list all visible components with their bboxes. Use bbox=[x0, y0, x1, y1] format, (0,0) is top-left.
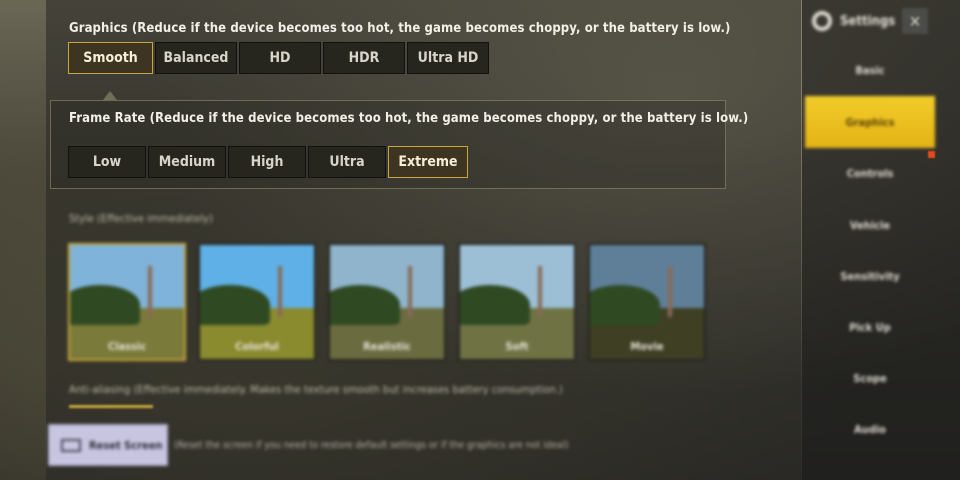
screen-icon bbox=[61, 438, 81, 452]
graphics-options: Smooth Balanced HD HDR Ultra HD bbox=[68, 42, 491, 74]
frame-rate-options: Low Medium High Ultra Extreme bbox=[68, 146, 470, 178]
graphics-option-smooth[interactable]: Smooth bbox=[68, 42, 153, 74]
graphics-title: Graphics (Reduce if the device becomes t… bbox=[69, 21, 731, 36]
sidebar-item-pick-up[interactable]: Pick Up bbox=[805, 302, 935, 352]
sidebar-item-basic[interactable]: Basic bbox=[805, 45, 935, 95]
sidebar-item-audio[interactable]: Audio bbox=[805, 404, 935, 454]
style-option-realistic[interactable]: Realistic bbox=[328, 243, 446, 361]
graphics-option-hd[interactable]: HD bbox=[239, 42, 321, 74]
frame-rate-option-low[interactable]: Low bbox=[68, 146, 146, 178]
thumb-trees bbox=[70, 284, 140, 325]
sidebar-item-sensitivity[interactable]: Sensitivity bbox=[805, 251, 935, 301]
style-option-soft[interactable]: Soft bbox=[458, 243, 576, 361]
frame-rate-option-medium[interactable]: Medium bbox=[148, 146, 226, 178]
gear-icon bbox=[812, 11, 832, 31]
style-option-label: Soft bbox=[505, 340, 529, 353]
reset-screen-button[interactable]: Reset Screen bbox=[48, 424, 168, 466]
thumb-tower bbox=[148, 265, 152, 317]
thumb-tower bbox=[278, 265, 282, 317]
style-label: Style (Effective immediately) bbox=[69, 212, 213, 225]
style-thumbnails: Classic Colorful Realistic Soft Movie bbox=[68, 243, 718, 361]
sidebar-item-graphics[interactable]: Graphics bbox=[805, 96, 935, 148]
thumb-trees bbox=[200, 284, 270, 325]
sidebar-title: Settings bbox=[840, 13, 896, 29]
graphics-option-hdr[interactable]: HDR bbox=[323, 42, 405, 74]
graphics-option-balanced[interactable]: Balanced bbox=[155, 42, 237, 74]
frame-rate-option-high[interactable]: High bbox=[228, 146, 306, 178]
frame-rate-option-extreme[interactable]: Extreme bbox=[388, 146, 468, 178]
anti-aliasing-label: Anti-aliasing (Effective immediately. Ma… bbox=[69, 383, 563, 396]
style-option-label: Movie bbox=[630, 340, 664, 353]
thumb-trees bbox=[460, 284, 530, 325]
sidebar-item-vehicle[interactable]: Vehicle bbox=[805, 200, 935, 250]
reset-screen-note: (Reset the screen if you need to restore… bbox=[174, 440, 569, 451]
thumb-tower bbox=[408, 265, 412, 317]
selection-pointer bbox=[103, 91, 117, 100]
close-icon: ✕ bbox=[908, 11, 922, 31]
sidebar-item-scope[interactable]: Scope bbox=[805, 353, 935, 403]
graphics-option-ultra-hd[interactable]: Ultra HD bbox=[407, 42, 489, 74]
close-button[interactable]: ✕ bbox=[902, 8, 928, 34]
style-option-label: Classic bbox=[107, 340, 147, 353]
thumb-trees bbox=[590, 284, 660, 325]
style-option-movie[interactable]: Movie bbox=[588, 243, 706, 361]
sidebar-item-controls[interactable]: Controls bbox=[805, 148, 935, 198]
thumb-tower bbox=[538, 265, 542, 317]
style-option-colorful[interactable]: Colorful bbox=[198, 243, 316, 361]
style-option-label: Colorful bbox=[235, 340, 279, 353]
frame-rate-title: Frame Rate (Reduce if the device becomes… bbox=[69, 111, 749, 126]
frame-rate-option-ultra[interactable]: Ultra bbox=[308, 146, 386, 178]
thumb-trees bbox=[330, 284, 400, 325]
reset-screen-label: Reset Screen bbox=[89, 438, 163, 452]
style-option-classic[interactable]: Classic bbox=[68, 243, 186, 361]
thumb-tower bbox=[668, 265, 672, 317]
anti-aliasing-selector[interactable] bbox=[69, 405, 153, 408]
style-option-label: Realistic bbox=[363, 340, 411, 353]
